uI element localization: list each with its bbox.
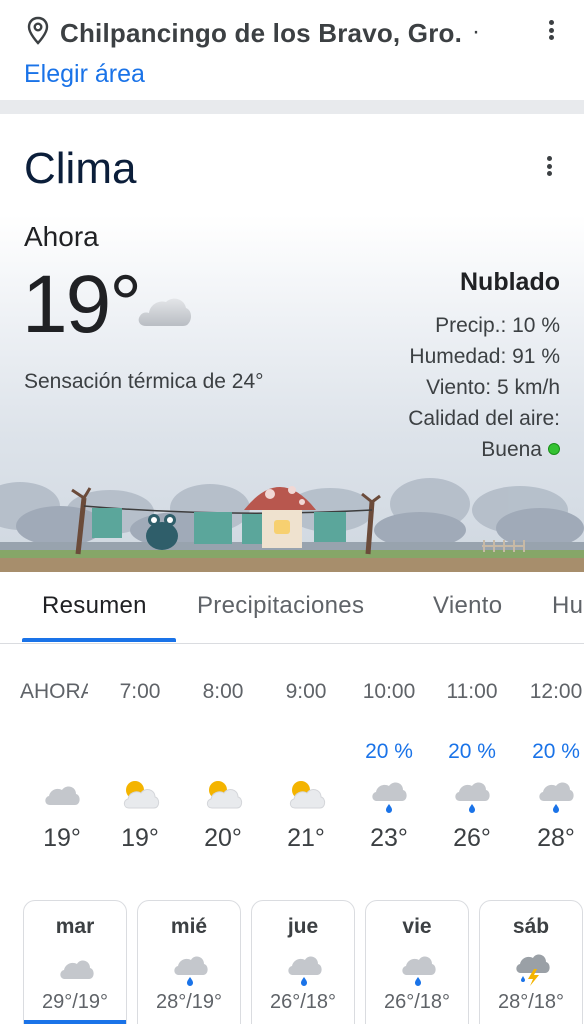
hourly-item: 11:00 20 % 26° [430, 680, 514, 860]
weather-card: Clima Ahora 19° Sensación térmica de 24°… [0, 114, 584, 572]
hourly-item: 7:00 19° [98, 680, 182, 860]
partly-sunny-icon [206, 781, 243, 809]
hour-temperature: 23° [370, 824, 408, 852]
rain-icon [539, 782, 574, 813]
humidity-stat: Humedad: 91 % [409, 345, 560, 368]
wind-stat: Viento: 5 km/h [426, 376, 560, 399]
tab-wind[interactable]: Viento [433, 592, 502, 620]
day-name: mar [55, 915, 95, 938]
hour-temperature: 28° [537, 824, 575, 852]
hour-label: 11:00 [446, 680, 498, 703]
hour-temperature: 19° [121, 824, 159, 852]
partly-sunny-icon [123, 781, 160, 809]
weather-more-options-icon[interactable] [537, 152, 561, 180]
section-divider [0, 100, 584, 114]
hour-temperature: 26° [453, 824, 491, 852]
current-temperature: 19° [22, 259, 142, 350]
day-temperature-range: 26°/18° [383, 991, 451, 1013]
location-name[interactable]: Chilpancingo de los Bravo, Gro. [60, 18, 462, 49]
day-temperature-range: 28°/18° [497, 991, 565, 1013]
partly-sunny-icon [289, 781, 326, 809]
hourly-item: 9:00 21° [264, 680, 348, 860]
precip-chance: 20 % [365, 740, 413, 763]
hourly-item: 12:00 20 % 28° [514, 680, 584, 860]
rain-icon [372, 782, 407, 813]
hour-label: 8:00 [202, 680, 244, 703]
cloud-icon [45, 786, 80, 805]
precipitation-stat: Precip.: 10 % [435, 314, 560, 337]
hourly-forecast[interactable]: AHORA 19° 7:00 19° 8:00 20° 9:00 21° 10:… [0, 680, 584, 860]
now-label: Ahora [24, 221, 99, 252]
day-card-sat[interactable]: sáb 28°/18° [479, 900, 583, 1024]
daily-forecast: mar 29°/19° mié 28°/19° jue 26°/18° vie … [0, 900, 584, 1024]
day-name: vie [402, 915, 432, 938]
day-temperature-range: 28°/19° [155, 991, 223, 1013]
hour-label: 9:00 [285, 680, 327, 703]
day-name: jue [287, 915, 319, 938]
hour-label: AHORA [20, 680, 88, 703]
day-card-wed[interactable]: mié 28°/19° [137, 900, 241, 1024]
rain-icon [402, 956, 436, 986]
weather-stats: Precip.: 10 % Humedad: 91 % Viento: 5 km… [408, 310, 560, 465]
weather-illustration [0, 478, 584, 572]
tab-summary[interactable]: Resumen [42, 592, 147, 620]
hourly-item: AHORA 19° [20, 680, 104, 860]
weather-tabs: Resumen Precipitaciones Viento Humedad [0, 572, 584, 644]
air-quality-label: Calidad del aire: [408, 407, 560, 430]
weather-title: Clima [24, 144, 137, 193]
hour-label: 7:00 [119, 680, 161, 703]
feels-like: Sensación térmica de 24° [24, 370, 264, 393]
hourly-item: 8:00 20° [181, 680, 265, 860]
condition-label: Nublado [460, 268, 560, 296]
selected-day-indicator [24, 1020, 126, 1024]
rain-icon [455, 782, 490, 813]
thunderstorm-icon [516, 954, 550, 986]
hour-label: 10:00 [362, 680, 416, 703]
hour-temperature: 19° [43, 824, 81, 852]
location-pin-icon [27, 16, 49, 45]
day-name: mié [170, 915, 208, 938]
day-card-tue[interactable]: mar 29°/19° [23, 900, 127, 1024]
precip-chance: 20 % [532, 740, 580, 763]
day-name: sáb [512, 915, 550, 938]
hour-temperature: 21° [287, 824, 325, 852]
cloud-icon [138, 298, 192, 326]
location-separator: · [472, 18, 480, 45]
hourly-item: 10:00 20 % 23° [347, 680, 431, 860]
rain-icon [174, 956, 208, 986]
hour-temperature: 20° [204, 824, 242, 852]
hour-label: 12:00 [529, 680, 583, 703]
day-card-thu[interactable]: jue 26°/18° [251, 900, 355, 1024]
day-temperature-range: 29°/19° [41, 991, 109, 1013]
precip-chance: 20 % [448, 740, 496, 763]
tab-precipitation[interactable]: Precipitaciones [197, 592, 364, 620]
cloud-icon [60, 960, 94, 979]
location-header: Chilpancingo de los Bravo, Gro. · Elegir… [0, 0, 584, 100]
tab-humidity[interactable]: Humedad [552, 592, 584, 620]
active-tab-indicator [22, 638, 176, 642]
rain-icon [288, 956, 322, 986]
day-card-fri[interactable]: vie 26°/18° [365, 900, 469, 1024]
change-area-link[interactable]: Elegir área [24, 60, 145, 89]
location-more-options-icon[interactable] [539, 16, 563, 44]
day-temperature-range: 26°/18° [269, 991, 337, 1013]
